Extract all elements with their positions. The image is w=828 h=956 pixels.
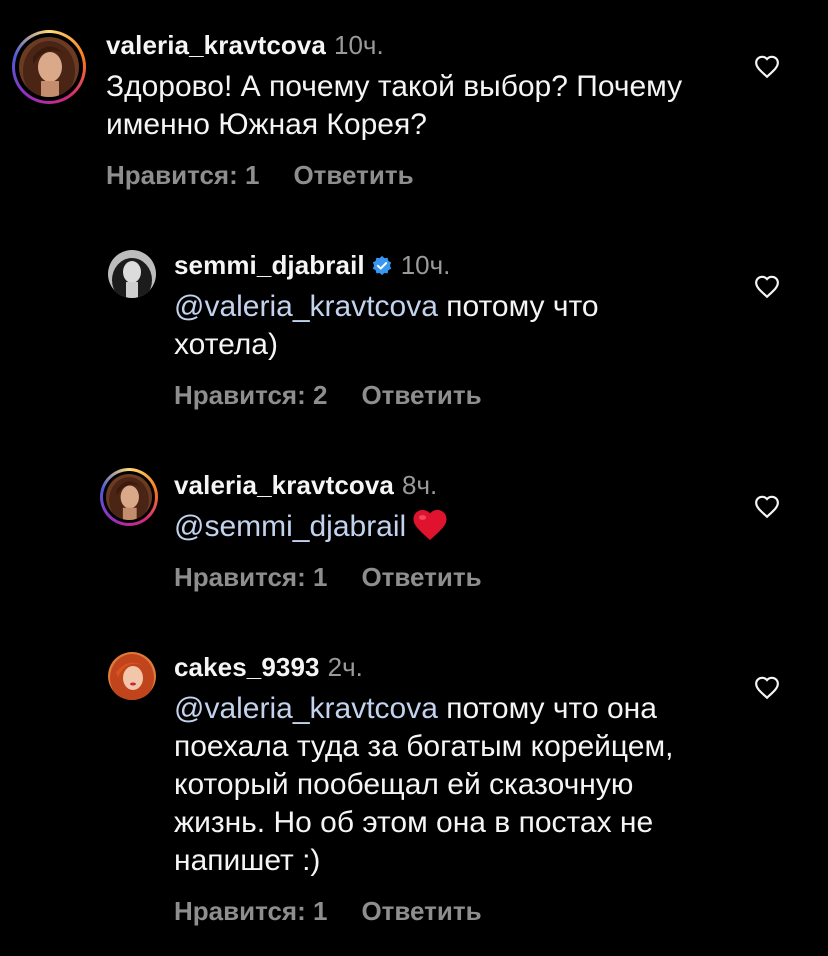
comment-text: @valeria_kravtcova потому что она поехал… — [174, 690, 719, 880]
comment-4: cakes_9393 2ч. @valeria_kravtcova потому… — [0, 0, 828, 956]
likes-count[interactable]: Нравится: 1 — [174, 896, 327, 927]
mention-link[interactable]: @valeria_kravtcova — [174, 692, 438, 725]
comment-username[interactable]: cakes_9393 — [174, 652, 320, 683]
heart-outline-icon[interactable] — [754, 675, 780, 701]
avatar[interactable] — [108, 652, 156, 700]
comment-time: 2ч. — [327, 652, 363, 682]
reply-button[interactable]: Ответить — [361, 896, 481, 927]
